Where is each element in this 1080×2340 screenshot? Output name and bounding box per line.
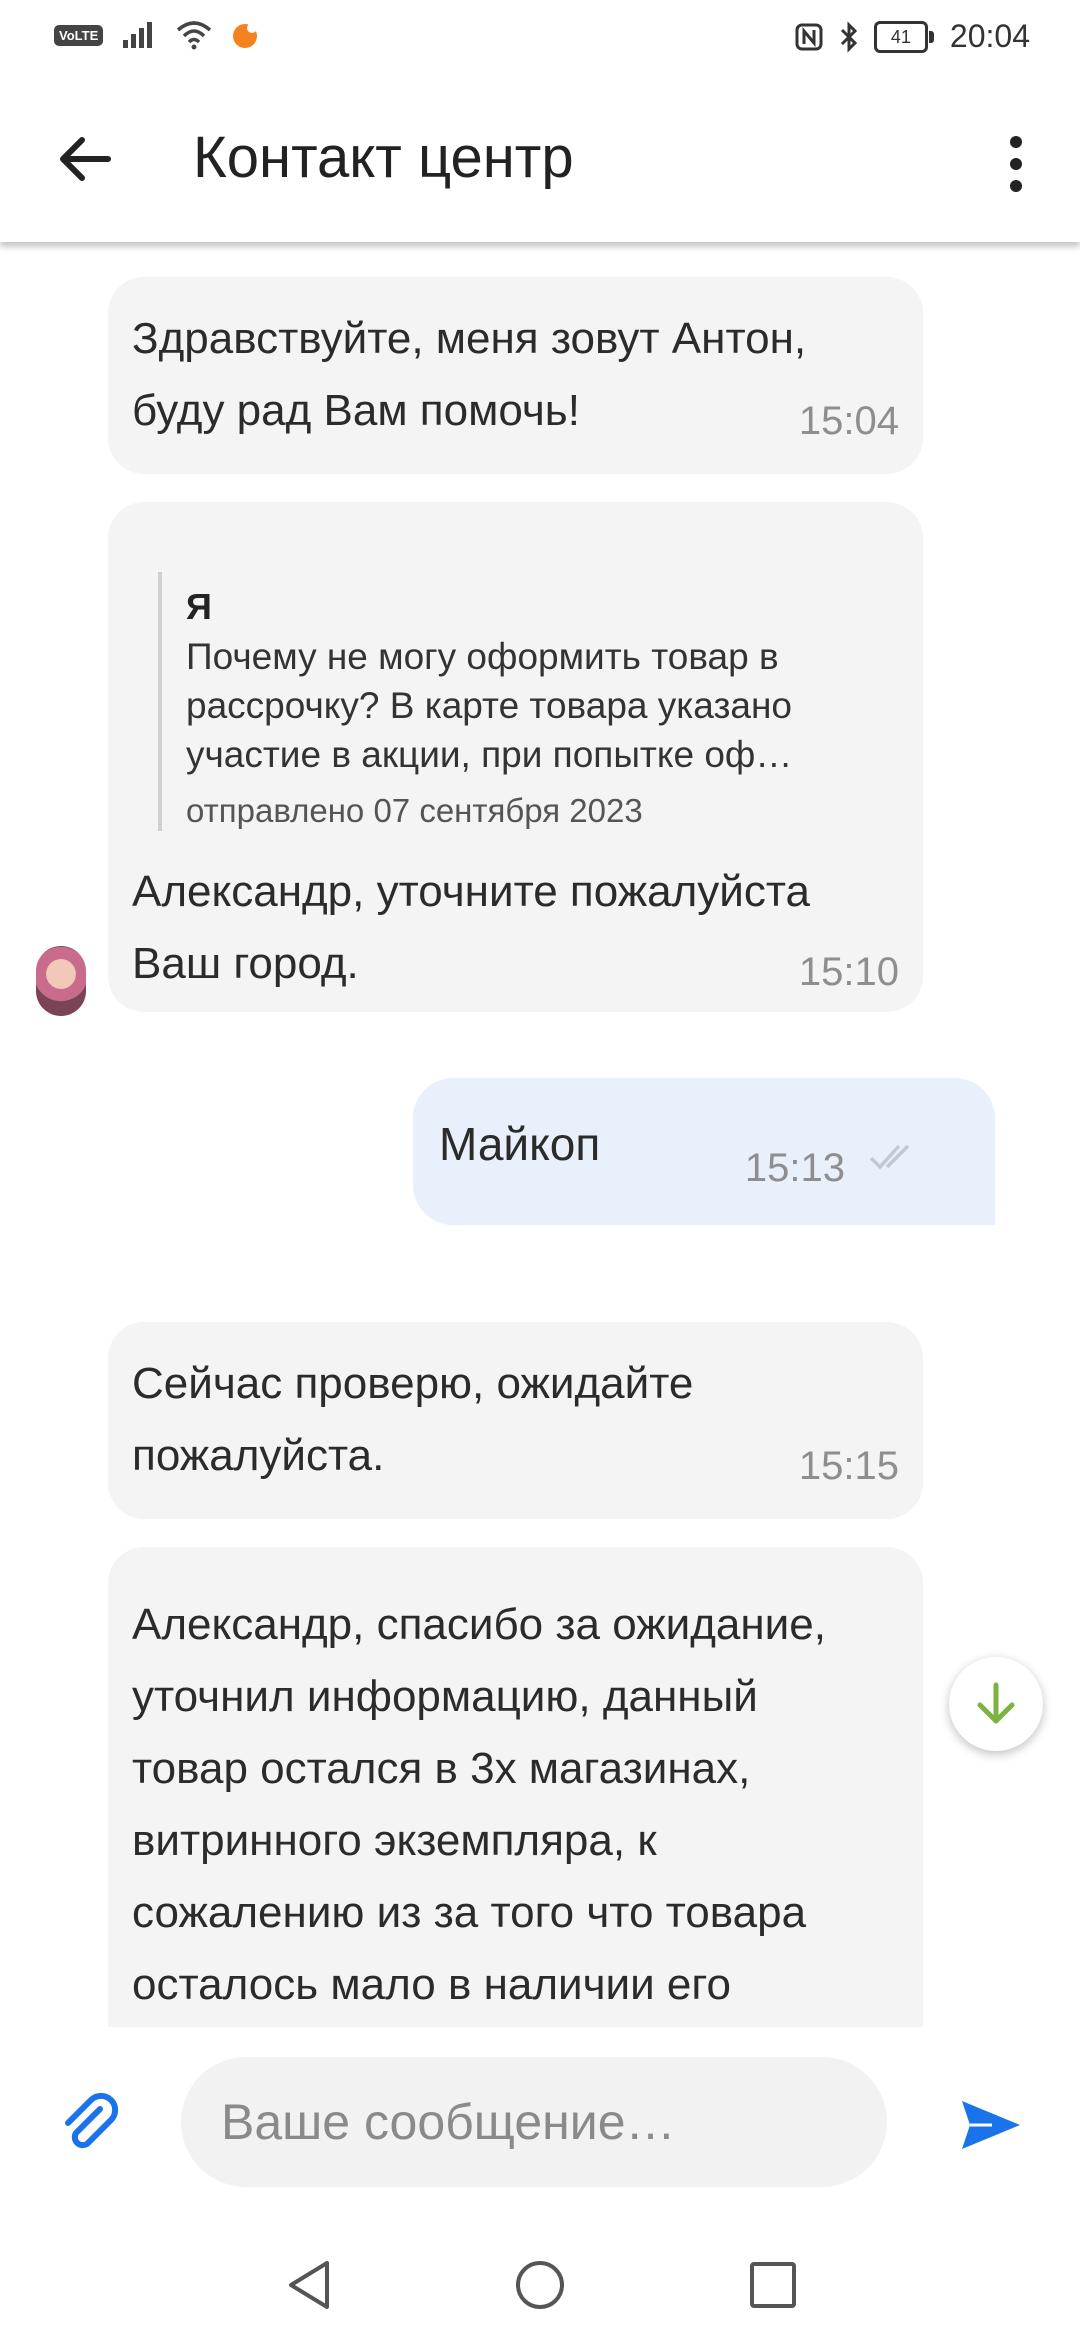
quoted-message[interactable]: Я Почему не могу оформить товар в рассро… (158, 572, 1036, 831)
wifi-icon (177, 21, 212, 50)
incoming-message[interactable]: Здравствуйте, меня зовут Антон, буду рад… (108, 277, 923, 474)
operator-avatar (36, 946, 86, 1016)
nav-back-icon[interactable] (283, 2257, 339, 2313)
message-input[interactable] (181, 2057, 887, 2187)
message-line: Сейчас проверю, ожидайте (132, 1359, 694, 1408)
scroll-to-bottom-button[interactable] (949, 1657, 1043, 1751)
status-bar: VoLTE 41 20:04 (0, 0, 1080, 72)
message-line: Здравствуйте, меня зовут Антон, (132, 314, 807, 363)
message-composer (0, 2027, 1080, 2227)
battery-icon: 41 (873, 20, 934, 53)
chat-area[interactable]: Здравствуйте, меня зовут Антон, буду рад… (0, 242, 1080, 2027)
message-line: Александр, спасибо за ожидание, (132, 1600, 826, 1649)
message-line: осталось мало в наличии его (132, 1960, 731, 2009)
message-time: 15:13 (744, 1146, 845, 1190)
message-time: 15:15 (798, 1444, 899, 1488)
send-icon[interactable] (958, 2095, 1024, 2155)
notification-app-icon (233, 23, 258, 48)
arrow-down-icon (977, 1682, 1015, 1724)
bluetooth-icon (840, 20, 858, 53)
page-title: Контакт центр (193, 125, 574, 190)
paperclip-icon[interactable] (56, 2087, 126, 2157)
message-line: буду рад Вам помочь! (132, 386, 580, 435)
more-options-icon[interactable] (986, 128, 1046, 198)
message-line: уточнил информацию, данный (132, 1672, 758, 1721)
volte-indicator: VoLTE (54, 24, 104, 46)
message-line: сожалению из за того что товара (132, 1888, 807, 1937)
message-line: витринного экземпляра, к (132, 1816, 657, 1865)
quote-line: рассрочку? В карте товара указано (186, 685, 793, 726)
nfc-icon (795, 23, 823, 50)
outgoing-message[interactable]: Майкоп 15:13 (413, 1078, 995, 1225)
quote-line: участие в акции, при попытке оф… (186, 734, 793, 775)
quote-date: отправлено 07 сентября 2023 (186, 792, 643, 829)
nav-recent-apps-icon[interactable] (747, 2259, 799, 2311)
message-line: Ваш город. (132, 939, 359, 988)
system-navigation-bar (0, 2227, 1080, 2340)
clock: 20:04 (949, 18, 1030, 54)
nav-home-icon[interactable] (512, 2257, 568, 2313)
back-arrow-icon[interactable] (50, 124, 120, 194)
incoming-message[interactable]: Сейчас проверю, ожидайте пожалуйста. 15:… (108, 1322, 923, 1519)
message-line: пожалуйста. (132, 1431, 385, 1480)
message-time: 15:04 (798, 399, 899, 443)
message-line: товар остался в 3х магазинах, (132, 1744, 751, 1793)
read-receipt-icon (869, 1144, 910, 1170)
quote-author: Я (186, 586, 212, 627)
incoming-message-with-quote[interactable]: Я Почему не могу оформить товар в рассро… (108, 502, 923, 1012)
quote-line: Почему не могу оформить товар в (186, 636, 779, 677)
message-time: 15:10 (798, 950, 899, 994)
signal-icon (123, 22, 153, 48)
incoming-message[interactable]: Александр, спасибо за ожидание, уточнил … (108, 1547, 923, 2027)
app-bar: Контакт центр (0, 72, 1080, 242)
message-line: Александр, уточните пожалуйста (132, 867, 811, 916)
